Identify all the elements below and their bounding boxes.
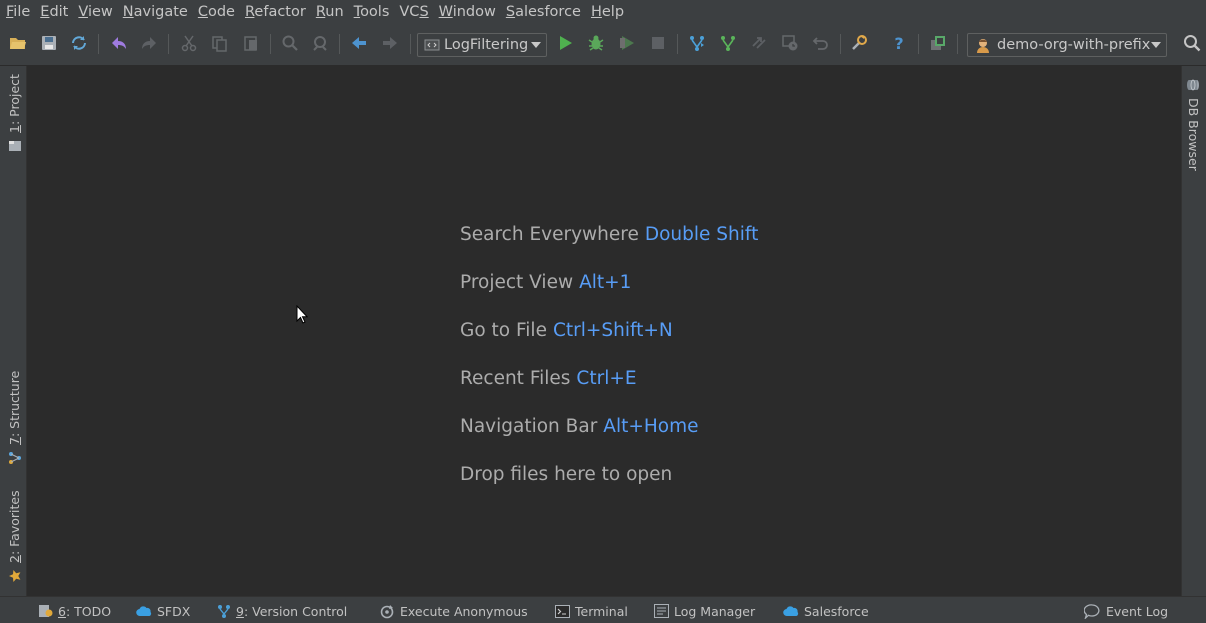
run-config-label: LogFiltering [444,37,529,53]
star-icon [8,569,22,583]
menu-salesforce[interactable]: Salesforce [503,0,588,24]
redo-icon[interactable] [138,32,160,54]
org-selector-label: demo-org-with-prefix [997,37,1151,53]
menu-window[interactable]: Window [436,0,503,24]
right-tool-stripe: DB Browser [1181,66,1206,596]
tool-tab-terminal[interactable]: Terminal [555,602,628,620]
tool-tab-sfdx[interactable]: SFDX [136,602,190,620]
hint-search-everywhere: Search Everywhere Double Shift [460,224,759,245]
left-tool-stripe: 1: Project 7: Structure 2: Favorites [0,66,27,596]
menu-run[interactable]: Run [313,0,351,24]
hint-recent-files: Recent Files Ctrl+E [460,368,637,389]
menu-code[interactable]: Code [195,0,242,24]
vcs-revert-icon[interactable] [810,32,832,54]
mouse-cursor-icon [296,304,309,328]
save-all-icon[interactable] [38,32,60,54]
forward-icon[interactable] [379,32,401,54]
find-icon[interactable] [279,32,301,54]
tool-tab-project[interactable]: 1: Project [7,74,22,153]
terminal-icon [555,604,570,618]
undo-icon[interactable] [108,32,130,54]
tool-tab-version-control[interactable]: 9: Version Control [217,602,347,620]
open-folder-icon[interactable] [7,32,29,54]
tool-tab-todo[interactable]: 6: TODO [38,602,111,620]
user-avatar-icon [975,37,991,53]
tool-tab-structure[interactable]: 7: Structure [7,371,22,465]
main-toolbar: LogFiltering ? demo-org-with-prefix [0,24,1206,66]
vcs-branch-icon [217,604,231,618]
menu-bar: File Edit View Navigate Code Refactor Ru… [0,0,1206,24]
hint-drop-files: Drop files here to open [460,464,673,485]
run-configuration-select[interactable]: LogFiltering [417,33,547,57]
bottom-tool-stripe: 6: TODO SFDX 9: Version Control Execute … [0,596,1206,623]
vcs-history-icon[interactable] [779,32,801,54]
database-icon [1187,78,1201,92]
paste-icon[interactable] [240,32,262,54]
salesforce-cloud-icon [136,605,152,617]
cut-icon[interactable] [178,32,200,54]
tool-tab-db-browser[interactable]: DB Browser [1186,78,1201,171]
tool-tab-log-manager[interactable]: Log Manager [654,602,755,620]
replace-icon[interactable] [309,32,331,54]
search-icon[interactable] [1181,32,1203,54]
vcs-update-icon[interactable] [686,32,708,54]
log-manager-icon [654,604,669,618]
structure-icon [8,451,22,465]
back-icon[interactable] [348,32,370,54]
stop-icon[interactable] [647,32,669,54]
run-config-icon [424,38,440,52]
help-icon[interactable]: ? [888,32,910,54]
todo-icon [38,604,53,618]
hint-project-view: Project View Alt+1 [460,272,632,293]
menu-vcs[interactable]: VCS [396,0,435,24]
salesforce-cloud-icon [783,605,799,617]
run-icon[interactable] [554,32,576,54]
sdk-manager-icon[interactable] [927,32,949,54]
sync-icon[interactable] [68,32,90,54]
vcs-commit-icon[interactable] [717,32,739,54]
chevron-down-icon [531,42,541,48]
execute-anonymous-icon [380,604,395,619]
hint-go-to-file: Go to File Ctrl+Shift+N [460,320,673,341]
org-selector[interactable]: demo-org-with-prefix [967,33,1167,57]
coverage-icon[interactable] [616,32,638,54]
menu-view[interactable]: View [75,0,119,24]
menu-refactor[interactable]: Refactor [242,0,313,24]
hint-navigation-bar: Navigation Bar Alt+Home [460,416,699,437]
event-log-bubble-icon [1084,603,1101,619]
tool-tab-salesforce[interactable]: Salesforce [783,602,869,620]
svg-text:?: ? [894,34,903,52]
menu-edit[interactable]: Edit [37,0,75,24]
menu-navigate[interactable]: Navigate [120,0,195,24]
vcs-compare-icon[interactable] [748,32,770,54]
menu-help[interactable]: Help [588,0,631,24]
editor-empty-area[interactable]: Search Everywhere Double Shift Project Vi… [28,66,1181,596]
tool-tab-execute-anonymous[interactable]: Execute Anonymous [380,602,528,620]
project-icon [8,139,22,153]
chevron-down-icon [1151,42,1161,48]
copy-icon[interactable] [208,32,230,54]
debug-icon[interactable] [585,32,607,54]
menu-tools[interactable]: Tools [351,0,397,24]
tool-tab-favorites[interactable]: 2: Favorites [7,490,22,583]
menu-file[interactable]: File [3,0,37,24]
tool-tab-event-log[interactable]: Event Log [1084,602,1168,620]
settings-wrench-icon[interactable] [848,32,870,54]
